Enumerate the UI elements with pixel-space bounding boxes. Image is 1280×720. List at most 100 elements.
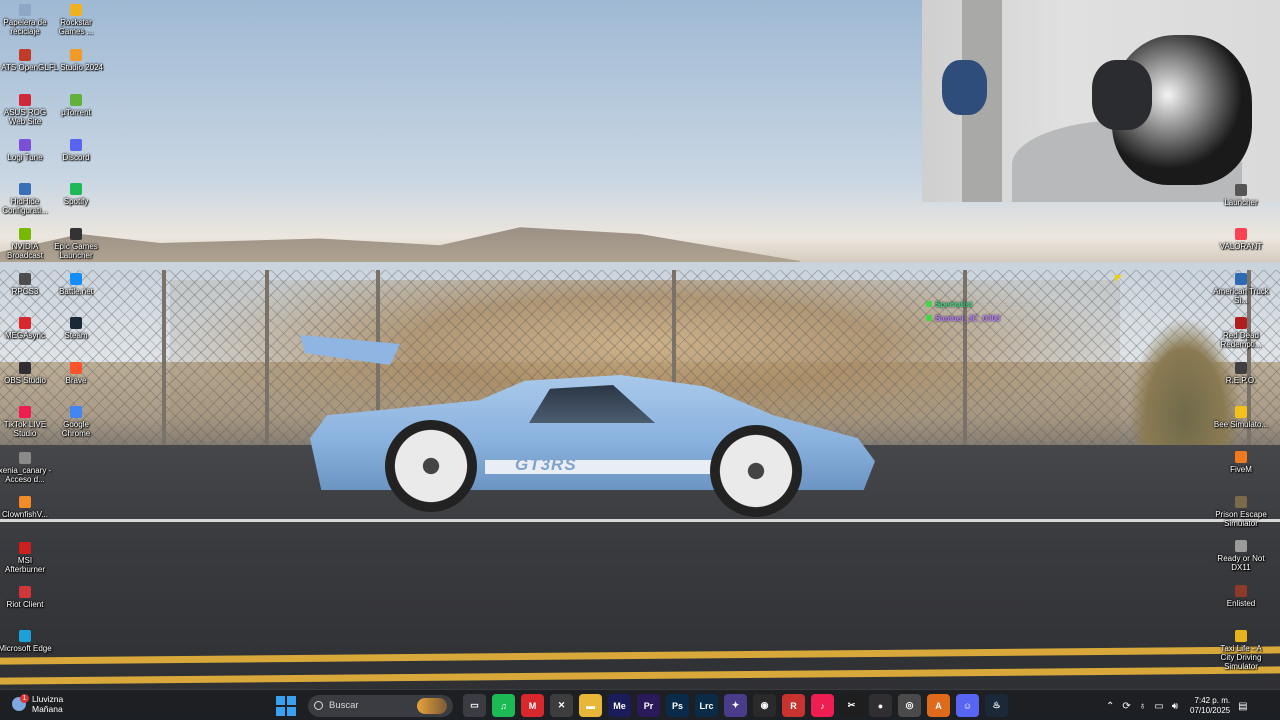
taskbar-app-adobe-acrobat[interactable]: A xyxy=(927,694,950,717)
clownfish-icon xyxy=(19,496,31,508)
desktop-icon-nvidia-broadcast[interactable]: NVIDIA Broadcast xyxy=(0,228,53,260)
desktop-icon-steam[interactable]: Steam xyxy=(48,317,104,340)
tiktok-icon: ♪ xyxy=(820,700,825,711)
steam-icon xyxy=(70,317,82,329)
desktop-icon-msi-afterburner[interactable]: MSI Afterburner xyxy=(0,542,53,574)
file-explorer-icon: ▬ xyxy=(586,700,595,711)
capture-icon: ◉ xyxy=(760,700,769,710)
desktop-icon-clownfish[interactable]: ClownfishV... xyxy=(0,496,53,519)
desktop-icon-epic-games[interactable]: Epic Games Launcher xyxy=(48,228,104,260)
fl-studio-icon xyxy=(70,49,82,61)
taskbar-app-steam[interactable]: ♨ xyxy=(985,694,1008,717)
chrome-icon: ◎ xyxy=(905,700,914,710)
desktop-icon-label: Ready or Not DX11 xyxy=(1217,554,1265,572)
weather-widget[interactable]: 1 Lluvizna Mañana xyxy=(12,694,63,714)
desktop-icon-megasync[interactable]: MEGAsync xyxy=(0,317,53,340)
taskbar-app-capture[interactable]: ◉ xyxy=(753,694,776,717)
desktop-icon-label: TikTok LIVE Studio xyxy=(3,420,47,438)
start-button[interactable] xyxy=(276,695,296,716)
notifications-icon[interactable]: ▤ xyxy=(1238,701,1247,712)
clock[interactable]: 7:42 p. m. 07/10/2025 xyxy=(1190,696,1230,716)
taskbar-app-lightroom-classic[interactable]: Lrc xyxy=(695,694,718,717)
taskbar-app-task-view[interactable]: ▭ xyxy=(463,694,486,717)
webcam-overlay xyxy=(922,0,1280,202)
taskbar-app-spotify[interactable]: ♫ xyxy=(492,694,515,717)
volume-icon[interactable]: 🔊︎ xyxy=(1172,701,1178,712)
chevron-up-icon[interactable]: ⌃ xyxy=(1106,701,1114,712)
desktop-icon-ready-or-not[interactable]: Ready or Not DX11 xyxy=(1213,540,1269,572)
taskbar-app-media-encoder[interactable]: Me xyxy=(608,694,631,717)
desktop-icon-rpcs3[interactable]: RPCS3 xyxy=(0,273,53,296)
taskbar-search[interactable]: Buscar xyxy=(308,694,453,717)
weather-sub: Mañana xyxy=(32,704,63,714)
taskbar-app-obs[interactable]: ● xyxy=(869,694,892,717)
desktop-icon-label: Epic Games Launcher xyxy=(54,242,98,260)
google-chrome-icon xyxy=(70,406,82,418)
desktop-icon-label: Taxi Life - A City Driving Simulator xyxy=(1220,644,1262,671)
taskbar-app-photoshop[interactable]: Ps xyxy=(666,694,689,717)
desktop-icon-utorrent[interactable]: µTorrent xyxy=(48,94,104,117)
american-truck-sim-icon xyxy=(1235,273,1247,285)
desktop-icon-logi-tune[interactable]: Logi Tune xyxy=(0,139,53,162)
taskbar-app-capcut[interactable]: ✂ xyxy=(840,694,863,717)
desktop-icon-label: HidHide Configurati... xyxy=(2,197,48,215)
microphone-icon[interactable]: ♁ xyxy=(1139,701,1147,712)
desktop-icon-discord[interactable]: Discord xyxy=(48,139,104,162)
desktop-icon-fl-studio[interactable]: FL Studio 2024 xyxy=(48,49,104,72)
desktop-icon-asus-rog[interactable]: ASUS ROG Web Site xyxy=(0,94,53,126)
xenia-canary-icon xyxy=(19,452,31,464)
xbox-icon: ✕ xyxy=(557,700,566,710)
display-icon[interactable]: ▭ xyxy=(1154,701,1163,712)
desktop-icon-spotify[interactable]: Spotify xyxy=(48,183,104,206)
windows-logo-icon xyxy=(276,706,285,716)
taskbar-app-megasync[interactable]: M xyxy=(521,694,544,717)
taskbar-app-chrome[interactable]: ◎ xyxy=(898,694,921,717)
desktop-icon-tiktok-live-studio[interactable]: TikTok LIVE Studio xyxy=(0,406,53,438)
taskbar-app-tiktok[interactable]: ♪ xyxy=(811,694,834,717)
road-lane-white xyxy=(0,519,1280,522)
desktop-icon-label: ATS OpenGL xyxy=(1,63,49,72)
desktop-icon-prison-escape-simulator[interactable]: Prison Escape Simulator xyxy=(1213,496,1269,528)
taskbar-app-rockstar-launcher[interactable]: R xyxy=(782,694,805,717)
desktop-icon-rockstar-games[interactable]: Rockstar Games ... xyxy=(48,4,104,36)
ats-opengl-icon xyxy=(19,49,31,61)
desktop-icon-red-dead-redemption[interactable]: Red Dead Redempti... xyxy=(1213,317,1269,349)
desktop-icon-fivem[interactable]: FiveM xyxy=(1213,451,1269,474)
taskbar-app-discord[interactable]: ☺ xyxy=(956,694,979,717)
taskbar-app-gamepad[interactable]: ✦ xyxy=(724,694,747,717)
desktop-icon-repo[interactable]: R.E.P.O. xyxy=(1213,362,1269,385)
capcut-icon: ✂ xyxy=(847,700,856,710)
desktop-icon-hidhide[interactable]: HidHide Configurati... xyxy=(0,183,53,215)
desktop-icon-brave[interactable]: Brave xyxy=(48,362,104,385)
mouse-cursor-icon xyxy=(1115,275,1122,282)
desktop-icon-xenia-canary[interactable]: xenia_canary - Acceso d... xyxy=(0,452,53,484)
windows-logo-icon xyxy=(287,706,296,716)
nvidia-broadcast-icon xyxy=(19,228,31,240)
desktop-icon-riot-client[interactable]: Riot Client xyxy=(0,586,53,609)
taskbar-center: Buscar ▭ ♫ M ✕ ▬ Me Pr Ps Lrc ✦ ◉ R ♪ ✂ ● ◎ A ☺ ♨ xyxy=(276,693,1008,718)
desktop-icon-ats-opengl[interactable]: ATS OpenGL xyxy=(0,49,53,72)
desktop-icon-obs-studio[interactable]: OBS Studio xyxy=(0,362,53,385)
desktop-icon-label: FL Studio 2024 xyxy=(49,63,103,72)
desktop-icon-google-chrome[interactable]: Google Chrome xyxy=(48,406,104,438)
network-icon[interactable]: ⟳ xyxy=(1122,701,1130,712)
desktop-icon-enlisted[interactable]: Enlisted xyxy=(1213,585,1269,608)
chat-message: Specialist · · · · · · · · · · · · · xyxy=(926,297,1156,311)
desktop-icon-label: µTorrent xyxy=(61,108,91,117)
desktop-icon-recycle-bin[interactable]: Papelera de reciclaje xyxy=(0,4,53,36)
desktop-icon-bee-simulator[interactable]: Bee Simulato... xyxy=(1213,406,1269,429)
desktop-icon-label: MEGAsync xyxy=(4,331,45,340)
desktop-icon-valorant[interactable]: VALORANT xyxy=(1213,228,1269,251)
desktop-icon-battlenet[interactable]: Battle.net xyxy=(48,273,104,296)
taskbar-app-premiere-pro[interactable]: Pr xyxy=(637,694,660,717)
obs-studio-icon xyxy=(19,362,31,374)
taskbar-app-file-explorer[interactable]: ▬ xyxy=(579,694,602,717)
taskbar-app-xbox[interactable]: ✕ xyxy=(550,694,573,717)
stream-chat-overlay: Specialist · · · · · · · · · · · · · Sam… xyxy=(926,297,1156,325)
desktop-icon-launcher[interactable]: Launcher xyxy=(1213,184,1269,207)
desktop-icon-american-truck-sim[interactable]: American Truck Si... xyxy=(1213,273,1269,305)
desktop-icon-label: Enlisted xyxy=(1226,599,1256,608)
desktop-icon-microsoft-edge[interactable]: Microsoft Edge xyxy=(0,630,53,653)
desktop-icon-label: American Truck Si... xyxy=(1213,287,1269,305)
desktop-icon-taxi-life[interactable]: Taxi Life - A City Driving Simulator xyxy=(1213,630,1269,671)
